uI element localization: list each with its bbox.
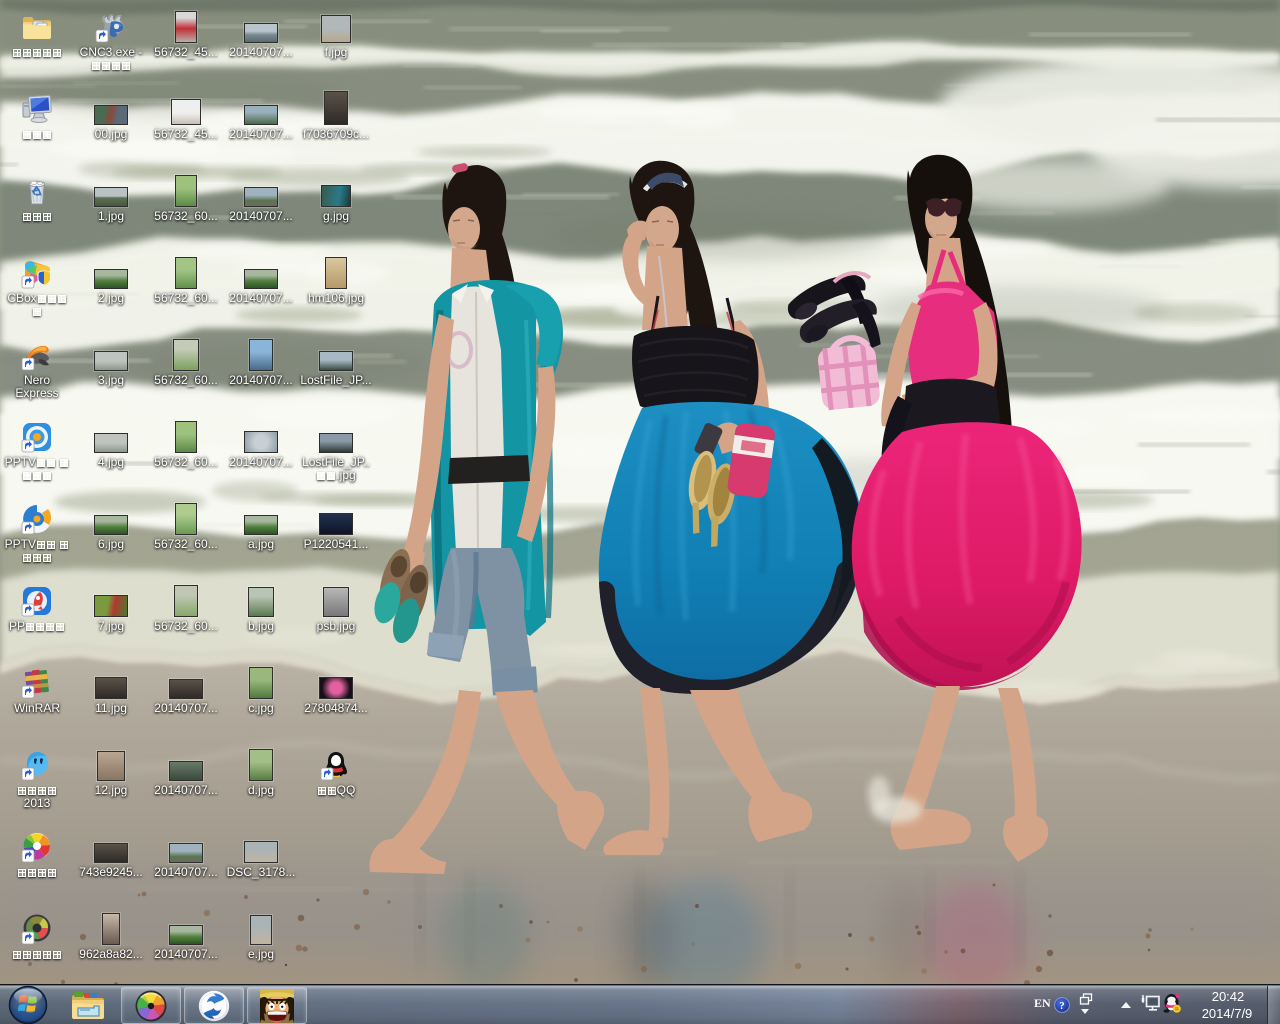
svg-text:?: ? <box>1059 1001 1064 1012</box>
